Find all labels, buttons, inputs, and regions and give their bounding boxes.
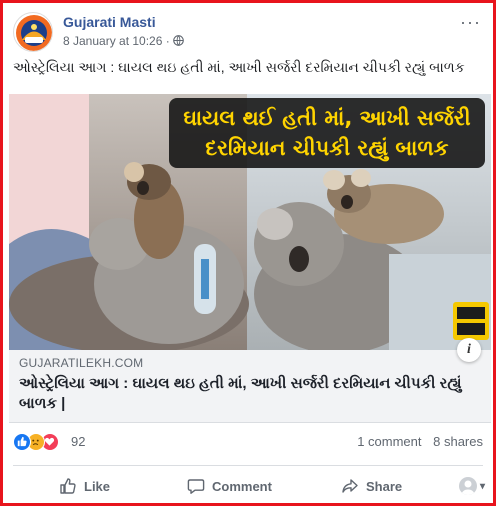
watermark-logo — [453, 302, 489, 340]
reaction-count[interactable]: 92 — [71, 434, 85, 449]
viewer-avatar-icon — [458, 477, 477, 495]
like-label: Like — [84, 478, 111, 494]
reactions-row: 92 1 comment 8 shares — [13, 431, 485, 455]
info-button[interactable]: i — [457, 338, 481, 362]
like-button[interactable]: Like — [59, 471, 110, 501]
link-title[interactable]: ઓસ્ટ્રેલિયા આગ : ઘાયલ થઇ હતી માં, આખી સર… — [19, 374, 481, 414]
meta-separator: · — [165, 34, 170, 48]
post-image[interactable]: ઘાયલ થઈ હતી માં, આખી સર્જરી દરમિયાન ચીપક… — [9, 94, 491, 350]
comment-button[interactable]: Comment — [187, 471, 272, 501]
more-options-button[interactable]: ··· — [460, 12, 481, 33]
share-icon — [342, 479, 358, 493]
link-preview[interactable]: i GUJARATILEKH.COM ઓસ્ટ્રેલિયા આગ : ઘાયલ… — [9, 338, 491, 423]
like-reaction-icon[interactable] — [13, 433, 31, 451]
post-timestamp[interactable]: 8 January at 10:26 — [63, 34, 162, 48]
viewer-selector[interactable]: ▾ — [458, 471, 485, 501]
comment-count[interactable]: 1 comment — [357, 434, 421, 449]
thumbs-up-icon — [60, 478, 76, 494]
comment-icon — [187, 479, 205, 494]
post-card: Gujarati Masti 8 January at 10:26 · ··· … — [0, 0, 496, 506]
koala-photo: ઘાયલ થઈ હતી માં, આખી સર્જરી દરમિયાન ચીપક… — [9, 94, 491, 350]
share-button[interactable]: Share — [341, 471, 402, 501]
post-meta: 8 January at 10:26 · — [63, 34, 184, 48]
page-avatar[interactable] — [13, 12, 53, 52]
action-bar: Like Comment Share ▾ — [13, 471, 485, 503]
banner-line-2: દરમિયાન ચીપકી રહ્યું બાળક — [205, 136, 448, 162]
post-text: ઓસ્ટ્રેલિયા આગ : ઘાયલ થઇ હતી માં, આખી સર… — [13, 59, 465, 75]
post-header: Gujarati Masti 8 January at 10:26 · ··· — [13, 12, 483, 56]
page-logo-icon — [16, 15, 52, 51]
engagement-stats: 1 comment 8 shares — [349, 434, 483, 449]
globe-icon — [173, 35, 184, 46]
share-label: Share — [366, 478, 403, 494]
divider — [13, 465, 483, 466]
share-count[interactable]: 8 shares — [433, 434, 483, 449]
page-name-link[interactable]: Gujarati Masti — [63, 14, 156, 30]
comment-label: Comment — [212, 478, 272, 494]
chevron-down-icon: ▾ — [479, 480, 485, 492]
banner-line-1: ઘાયલ થઈ હતી માં, આખી સર્જરી — [183, 106, 470, 130]
link-domain: GUJARATILEKH.COM — [19, 356, 144, 370]
